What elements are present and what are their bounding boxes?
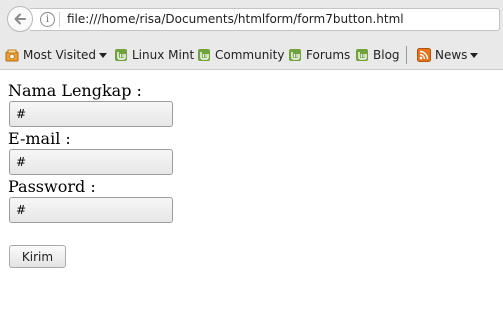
mint-icon: [288, 48, 302, 62]
bookmark-label: Forums: [306, 48, 351, 62]
bookmark-news[interactable]: News: [417, 47, 479, 63]
url-bar[interactable]: i file:///home/risa/Documents/htmlform/f…: [30, 8, 500, 31]
rss-icon: [417, 48, 431, 62]
email-label: E-mail :: [8, 129, 71, 148]
bookmarks-toolbar: Most Visited Linux Mint Community Forums…: [0, 40, 503, 70]
name-label: Nama Lengkap :: [8, 81, 142, 100]
password-field[interactable]: [9, 197, 173, 223]
bookmark-label: Blog: [373, 48, 400, 62]
most-visited-icon: [5, 48, 19, 62]
password-label: Password :: [8, 177, 96, 196]
email-field[interactable]: [9, 149, 173, 175]
back-arrow-icon: [14, 13, 26, 25]
mint-icon: [114, 48, 128, 62]
bookmark-separator: [406, 46, 407, 64]
chevron-down-icon: [99, 52, 108, 58]
bookmark-blog[interactable]: Blog: [355, 47, 400, 63]
name-field[interactable]: [9, 101, 173, 127]
navigation-toolbar: i file:///home/risa/Documents/htmlform/f…: [0, 0, 503, 40]
bookmark-forums[interactable]: Forums: [288, 47, 350, 63]
bookmark-community[interactable]: Community: [197, 47, 284, 63]
bookmark-label: Most Visited: [23, 48, 97, 62]
url-divider: [59, 12, 60, 27]
mint-icon: [355, 48, 369, 62]
info-icon[interactable]: i: [40, 12, 55, 27]
bookmark-label: Community: [215, 48, 285, 62]
bookmark-most-visited[interactable]: Most Visited: [5, 47, 108, 63]
chevron-down-icon: [470, 52, 479, 58]
submit-button[interactable]: Kirim: [9, 245, 66, 268]
bookmark-label: Linux Mint: [132, 48, 195, 62]
mint-icon: [197, 48, 211, 62]
back-button[interactable]: [7, 6, 33, 32]
bookmark-label: News: [435, 48, 468, 62]
url-text[interactable]: file:///home/risa/Documents/htmlform/for…: [67, 12, 404, 27]
bookmark-linux-mint[interactable]: Linux Mint: [114, 47, 194, 63]
